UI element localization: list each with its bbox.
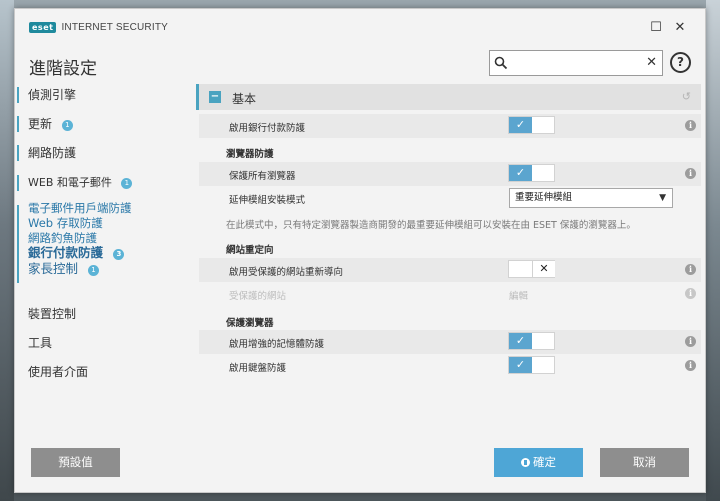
info-icon: i	[685, 288, 696, 299]
sidebar-item-tools[interactable]: 工具	[15, 331, 183, 355]
collapse-icon[interactable]: −	[209, 91, 221, 103]
setting-row-extension-mode: 延伸模組安裝模式 重要延伸模組 ▼	[199, 186, 701, 210]
sidebar-subitem-label: 銀行付款防護	[28, 245, 104, 260]
sidebar-subitem-label: 家長控制	[28, 261, 79, 276]
sidebar-subitem-banking-protection[interactable]: 銀行付款防護 3	[28, 245, 125, 260]
toggle-x-icon: ✕	[532, 261, 555, 277]
notification-badge: 1	[121, 178, 133, 189]
setting-label: 啟用增強的記憶體防護	[229, 339, 325, 350]
group-title-website-redirect: 網站重定向	[226, 245, 274, 256]
sidebar-item-user-interface[interactable]: 使用者介面	[15, 360, 183, 384]
ok-button[interactable]: 確定	[494, 448, 583, 477]
sidebar-item-label: WEB 和電子郵件	[28, 176, 112, 189]
extension-mode-select[interactable]: 重要延伸模組 ▼	[509, 188, 673, 208]
search-icon	[494, 56, 508, 70]
setting-label: 受保護的網站	[229, 291, 287, 302]
keyboard-protection-toggle[interactable]: ✓	[508, 356, 555, 374]
chevron-down-icon: ▼	[659, 193, 666, 203]
page-title: 進階設定	[29, 59, 97, 79]
help-icon[interactable]: ?	[670, 52, 691, 73]
clear-search-icon[interactable]: ✕	[646, 55, 657, 71]
enhanced-memory-toggle[interactable]: ✓	[508, 332, 555, 350]
info-icon[interactable]: i	[685, 336, 696, 347]
setting-row-enhanced-memory: 啟用增強的記憶體防護 ✓ i	[199, 330, 701, 354]
web-and-email-subitems: 電子郵件用戶端防護 Web 存取防護 網路釣魚防護 銀行付款防護 3 家長控制 …	[15, 201, 185, 285]
setting-label: 保護所有瀏覽器	[229, 171, 296, 182]
toggle-check-icon: ✓	[509, 357, 532, 373]
setting-row-enable-banking: 啟用銀行付款防護 ✓ i	[199, 114, 701, 138]
sidebar-subitem-web-access-protection[interactable]: Web 存取防護	[28, 216, 103, 230]
sidebar-subitem-email-client-protection[interactable]: 電子郵件用戶端防護	[28, 201, 132, 215]
cancel-button[interactable]: 取消	[600, 448, 689, 477]
info-icon[interactable]: i	[685, 120, 696, 131]
protect-all-browsers-toggle[interactable]: ✓	[508, 164, 555, 182]
search-box[interactable]: ✕	[489, 50, 663, 76]
setting-row-keyboard-protection: 啟用鍵盤防護 ✓ i	[199, 354, 701, 378]
sidebar-subitem-anti-phishing[interactable]: 網路釣魚防護	[28, 231, 97, 245]
sidebar-item-update[interactable]: 更新 1	[15, 112, 183, 136]
setting-label: 啟用銀行付款防護	[229, 123, 306, 134]
maximize-icon[interactable]: ☐	[648, 20, 664, 36]
sidebar-item-label: 偵測引擎	[28, 88, 77, 102]
sidebar-item-web-and-email[interactable]: WEB 和電子郵件 1	[15, 171, 183, 195]
toggle-check-icon: ✓	[509, 117, 532, 133]
reset-icon[interactable]: ↺	[682, 90, 691, 103]
toggle-check-icon: ✓	[509, 165, 532, 181]
product-name: INTERNET SECURITY	[61, 22, 168, 33]
sidebar-item-detection-engine[interactable]: 偵測引擎	[15, 83, 183, 107]
default-button[interactable]: 預設值	[31, 448, 120, 477]
setting-row-protected-sites: 受保護的網站 編輯 i	[199, 282, 701, 306]
notification-badge: 3	[113, 249, 125, 260]
setting-row-protect-all-browsers: 保護所有瀏覽器 ✓ i	[199, 162, 701, 186]
extension-mode-note: 在此模式中，只有特定瀏覽器製造商開發的最重要延伸模組可以安裝在由 ESET 保護…	[226, 220, 636, 231]
shield-icon	[521, 458, 530, 467]
notification-badge: 1	[61, 120, 73, 131]
ok-button-label: 確定	[533, 455, 556, 469]
eset-logo-mark: eset	[29, 22, 57, 33]
section-header-basic[interactable]: − 基本 ↺	[196, 84, 701, 110]
settings-panel: − 基本 ↺ 啟用銀行付款防護 ✓ i 瀏覽器防護 保護所有瀏覽器 ✓ i 延伸…	[196, 84, 707, 384]
edit-link: 編輯	[509, 291, 529, 302]
enable-banking-toggle[interactable]: ✓	[508, 116, 555, 134]
search-input[interactable]	[512, 54, 640, 72]
notification-badge: 1	[88, 265, 99, 276]
select-value: 重要延伸模組	[515, 192, 573, 203]
sidebar-item-label: 網路防護	[28, 146, 77, 160]
info-icon[interactable]: i	[685, 360, 696, 371]
sidebar-item-label: 使用者介面	[28, 365, 89, 379]
sidebar-item-label: 更新	[28, 117, 53, 131]
group-title-browser-protection: 瀏覽器防護	[226, 149, 274, 160]
section-title: 基本	[232, 92, 257, 106]
setting-row-enable-redirect: 啟用受保護的網站重新導向 ✕ i	[199, 258, 701, 282]
setting-label: 延伸模組安裝模式	[229, 195, 306, 206]
sidebar-item-label: 工具	[28, 336, 53, 350]
close-window-icon[interactable]: ✕	[672, 20, 688, 36]
info-icon[interactable]: i	[685, 168, 696, 179]
setting-label: 啟用受保護的網站重新導向	[229, 267, 344, 278]
desktop-background-right	[706, 0, 720, 501]
sidebar-item-device-control[interactable]: 裝置控制	[15, 302, 183, 326]
sidebar-item-label: 裝置控制	[28, 307, 77, 321]
advanced-setup-window: eset INTERNET SECURITY ☐ ✕ 進階設定 ✕ ? 偵測引擎…	[14, 8, 706, 493]
enable-redirect-toggle[interactable]: ✕	[508, 260, 555, 278]
toggle-check-icon: ✓	[509, 333, 532, 349]
eset-logo: eset INTERNET SECURITY	[29, 22, 168, 33]
title-bar: eset INTERNET SECURITY ☐ ✕	[15, 9, 705, 47]
setting-label: 啟用鍵盤防護	[229, 363, 287, 374]
group-title-secure-browser: 保護瀏覽器	[226, 318, 274, 329]
sidebar-item-network-protection[interactable]: 網路防護	[15, 141, 183, 165]
info-icon[interactable]: i	[685, 264, 696, 275]
desktop-background-left	[0, 0, 14, 501]
sidebar-subitem-parental-control[interactable]: 家長控制 1	[28, 262, 99, 276]
